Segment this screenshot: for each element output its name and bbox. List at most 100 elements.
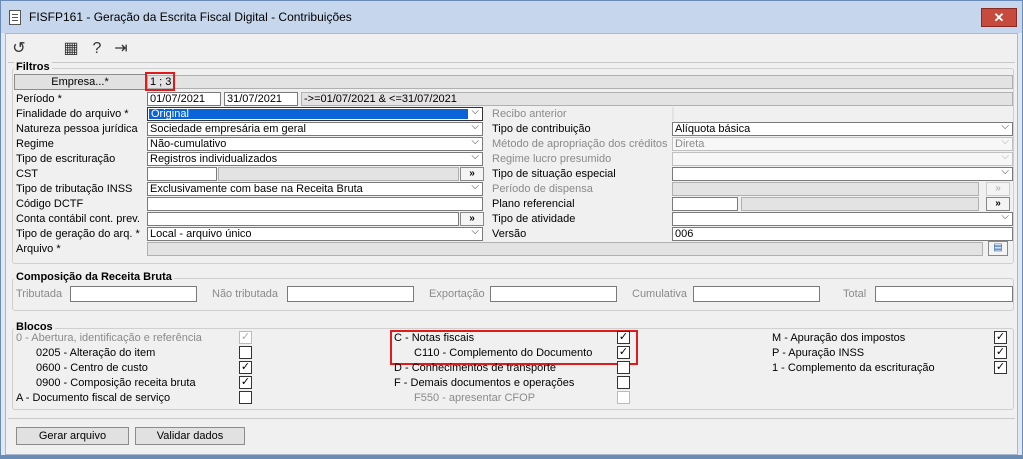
bloco-checkbox[interactable]: ✓ bbox=[617, 346, 630, 359]
bloco-checkbox[interactable] bbox=[617, 376, 630, 389]
bloco-label: 0205 - Alteração do item bbox=[36, 347, 156, 359]
nao-tributada-field[interactable] bbox=[287, 286, 414, 302]
metodo-label: Método de apropriação dos créditos bbox=[492, 138, 668, 150]
bloco-checkbox[interactable] bbox=[617, 361, 630, 374]
plano-referencial-label: Plano referencial bbox=[492, 198, 575, 210]
toolbar-divider bbox=[8, 62, 1015, 63]
bloco-label: F - Demais documentos e operações bbox=[394, 377, 575, 389]
tipo-atividade-label: Tipo de atividade bbox=[492, 213, 576, 225]
periodo-dispensa-lookup-button: » bbox=[986, 182, 1010, 196]
regime-lucro-select bbox=[672, 152, 1013, 166]
exit-icon[interactable]: ⇥ bbox=[112, 40, 130, 58]
bloco-label: 0 - Abertura, identificação e referência bbox=[16, 332, 202, 344]
conta-contabil-lookup-button[interactable]: » bbox=[460, 212, 484, 226]
filtros-title: Filtros bbox=[14, 61, 52, 73]
bloco-checkbox[interactable]: ✓ bbox=[994, 331, 1007, 344]
bloco-label: F550 - apresentar CFOP bbox=[414, 392, 536, 404]
cst-description bbox=[218, 167, 459, 181]
finalidade-select[interactable]: Original bbox=[147, 107, 483, 121]
calendar-icon[interactable]: ▦ bbox=[62, 40, 80, 58]
tributada-label: Tributada bbox=[16, 288, 63, 300]
tipo-tributacao-select[interactable]: Exclusivamente com base na Receita Bruta bbox=[147, 182, 483, 196]
bloco-label: P - Apuração INSS bbox=[772, 347, 865, 359]
main-window: FISFP161 - Geração da Escrita Fiscal Dig… bbox=[0, 0, 1023, 459]
bloco-label: D - Conhecimentos de transporte bbox=[394, 362, 557, 374]
bloco-checkbox[interactable] bbox=[239, 346, 252, 359]
conta-contabil-label: Conta contábil cont. prev. bbox=[16, 213, 140, 225]
tipo-geracao-select[interactable]: Local - arquivo único bbox=[147, 227, 483, 241]
exportacao-field[interactable] bbox=[490, 286, 617, 302]
natureza-select[interactable]: Sociedade empresária em geral bbox=[147, 122, 483, 136]
plano-referencial-field[interactable] bbox=[672, 197, 738, 211]
cst-field[interactable] bbox=[147, 167, 217, 181]
periodo-label: Período * bbox=[16, 93, 62, 105]
arquivo-field bbox=[147, 242, 983, 256]
bloco-checkbox[interactable]: ✓ bbox=[994, 361, 1007, 374]
bloco-label: C - Notas fiscais bbox=[394, 332, 475, 344]
bloco-checkbox bbox=[617, 391, 630, 404]
periodo-expr-field: ->=01/07/2021 & <=31/07/2021 bbox=[301, 92, 1013, 106]
tributada-field[interactable] bbox=[70, 286, 197, 302]
metodo-select: Direta bbox=[672, 137, 1013, 151]
periodo-dispensa-field bbox=[672, 182, 979, 196]
natureza-label: Natureza pessoa jurídica bbox=[16, 123, 138, 135]
plano-referencial-description bbox=[741, 197, 979, 211]
versao-label: Versão bbox=[492, 228, 527, 240]
bloco-label: A - Documento fiscal de serviço bbox=[16, 392, 171, 404]
periodo-inicio-field[interactable]: 01/07/2021 bbox=[147, 92, 221, 106]
empresa-button[interactable]: Empresa...* bbox=[14, 74, 146, 90]
cst-lookup-button[interactable]: » bbox=[460, 167, 484, 181]
bloco-label: M - Apuração dos impostos bbox=[772, 332, 906, 344]
composicao-title: Composição da Receita Bruta bbox=[14, 271, 174, 283]
empresa-field[interactable]: 1 ; 3 bbox=[147, 75, 1013, 89]
periodo-dispensa-label: Período de dispensa bbox=[492, 183, 593, 195]
recibo-label: Recibo anterior bbox=[492, 108, 567, 120]
gerar-arquivo-button[interactable]: Gerar arquivo bbox=[16, 427, 129, 445]
plano-referencial-lookup-button[interactable]: » bbox=[986, 197, 1010, 211]
actions-divider bbox=[8, 418, 1015, 419]
close-button[interactable]: ✕ bbox=[981, 8, 1017, 27]
regime-lucro-label: Regime lucro presumido bbox=[492, 153, 612, 165]
cumulativa-field[interactable] bbox=[693, 286, 820, 302]
nao-tributada-label: Não tributada bbox=[212, 288, 279, 300]
tipo-tributacao-label: Tipo de tributação INSS bbox=[16, 183, 133, 195]
periodo-fim-field[interactable]: 31/07/2021 bbox=[224, 92, 298, 106]
tipo-atividade-select[interactable] bbox=[672, 212, 1013, 226]
validar-dados-button[interactable]: Validar dados bbox=[135, 427, 245, 445]
tipo-escrituracao-select[interactable]: Registros individualizados bbox=[147, 152, 483, 166]
bloco-label: C110 - Complemento do Documento bbox=[414, 347, 593, 359]
finalidade-selected-value: Original bbox=[149, 109, 468, 120]
tipo-situacao-label: Tipo de situação especial bbox=[492, 168, 616, 180]
undo-icon[interactable]: ↺ bbox=[10, 40, 28, 58]
bloco-checkbox[interactable] bbox=[239, 391, 252, 404]
arquivo-label: Arquivo * bbox=[16, 243, 61, 255]
tipo-geracao-label: Tipo de geração do arq. * bbox=[16, 228, 140, 240]
total-field[interactable] bbox=[875, 286, 1013, 302]
bloco-checkbox[interactable]: ✓ bbox=[994, 346, 1007, 359]
versao-field[interactable]: 006 bbox=[672, 227, 1013, 241]
bloco-checkbox[interactable]: ✓ bbox=[239, 376, 252, 389]
regime-select[interactable]: Não-cumulativo bbox=[147, 137, 483, 151]
tipo-escrituracao-label: Tipo de escrituração bbox=[16, 153, 116, 165]
window-bottom-border bbox=[1, 455, 1023, 458]
bloco-checkbox[interactable]: ✓ bbox=[239, 361, 252, 374]
client-area: ↺ ▦ ? ⇥ Filtros Empresa...* 1 ; 3 Períod… bbox=[5, 33, 1018, 455]
finalidade-label: Finalidade do arquivo * bbox=[16, 108, 129, 120]
bloco-label: 0900 - Composição receita bruta bbox=[36, 377, 196, 389]
exportacao-label: Exportação bbox=[429, 288, 485, 300]
document-icon bbox=[9, 10, 21, 25]
recibo-field bbox=[672, 107, 674, 121]
cumulativa-label: Cumulativa bbox=[632, 288, 688, 300]
bloco-label: 0600 - Centro de custo bbox=[36, 362, 148, 374]
bloco-checkbox[interactable]: ✓ bbox=[617, 331, 630, 344]
codigo-dctf-field[interactable] bbox=[147, 197, 483, 211]
help-icon[interactable]: ? bbox=[88, 40, 106, 58]
tipo-contribuicao-select[interactable]: Alíquota básica bbox=[672, 122, 1013, 136]
conta-contabil-field[interactable] bbox=[147, 212, 459, 226]
tipo-situacao-select[interactable] bbox=[672, 167, 1013, 181]
bloco-checkbox: ✓ bbox=[239, 331, 252, 344]
tipo-contribuicao-label: Tipo de contribuição bbox=[492, 123, 591, 135]
window-title: FISFP161 - Geração da Escrita Fiscal Dig… bbox=[29, 10, 352, 24]
folder-browse-icon[interactable]: ▤ bbox=[988, 241, 1008, 256]
title-bar: FISFP161 - Geração da Escrita Fiscal Dig… bbox=[1, 1, 1022, 33]
